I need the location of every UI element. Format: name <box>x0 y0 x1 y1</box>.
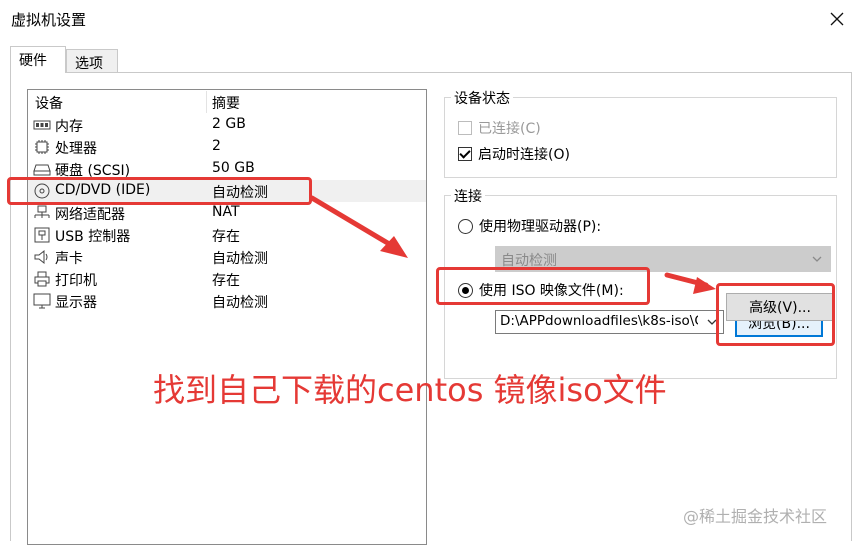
vm-settings-window: 虚拟机设置 硬件 选项 设备 摘要 内存 2 GB 处理器 2 硬盘 (SCSI… <box>0 0 860 545</box>
tab-hardware[interactable]: 硬件 <box>10 46 66 73</box>
connect-on-start-row[interactable]: 启动时连接(O) <box>458 144 570 164</box>
printer-icon <box>34 271 50 287</box>
device-row-processor[interactable]: 处理器 2 <box>28 136 426 158</box>
device-summary: 自动检测 <box>212 251 268 267</box>
device-list[interactable]: 设备 摘要 内存 2 GB 处理器 2 硬盘 (SCSI) 50 GB CD/D… <box>27 89 427 545</box>
column-device[interactable]: 设备 <box>35 93 63 113</box>
watermark: @稀土掘金技术社区 <box>683 507 828 526</box>
memory-icon <box>33 120 51 130</box>
annotation-highlight-cd-dvd <box>7 177 312 205</box>
device-row-usb[interactable]: USB 控制器 存在 <box>28 224 426 246</box>
connected-label: 已连接(C) <box>478 121 541 137</box>
tab-options[interactable]: 选项 <box>66 49 118 72</box>
connected-checkbox-row[interactable]: 已连接(C) <box>458 118 541 138</box>
device-summary: 自动检测 <box>212 295 268 311</box>
network-icon <box>34 205 50 218</box>
list-header: 设备 摘要 <box>28 90 426 114</box>
monitor-icon <box>33 293 51 309</box>
device-name: 处理器 <box>55 141 97 157</box>
device-row-printer[interactable]: 打印机 存在 <box>28 268 426 290</box>
annotation-text: 找到自己下载的centos 镜像iso文件 <box>153 371 667 409</box>
column-separator[interactable] <box>206 91 207 113</box>
device-name: USB 控制器 <box>55 229 131 245</box>
device-summary: 存在 <box>212 229 240 245</box>
iso-path-combobox[interactable]: D:\APPdownloadfiles\k8s-iso\Ce <box>495 310 724 334</box>
device-summary: 50 GB <box>212 160 255 176</box>
device-row-memory[interactable]: 内存 2 GB <box>28 114 426 136</box>
annotation-highlight-iso-option <box>436 267 650 305</box>
physical-drive-radio[interactable] <box>458 218 473 234</box>
connected-checkbox[interactable] <box>458 121 472 135</box>
annotation-highlight-browse <box>716 283 835 346</box>
device-name: 网络适配器 <box>55 207 125 223</box>
chevron-down-icon <box>812 256 822 262</box>
close-icon <box>830 12 844 26</box>
device-status-title: 设备状态 <box>451 88 513 108</box>
device-row-sound[interactable]: 声卡 自动检测 <box>28 246 426 268</box>
physical-drive-option[interactable]: 使用物理驱动器(P): <box>458 216 601 236</box>
connect-on-start-label: 启动时连接(O) <box>478 147 570 163</box>
device-summary: 存在 <box>212 273 240 289</box>
device-summary: 2 <box>212 138 221 154</box>
close-button[interactable] <box>814 0 860 38</box>
column-summary[interactable]: 摘要 <box>212 93 240 113</box>
connection-title: 连接 <box>451 186 485 206</box>
device-status-group: 设备状态 已连接(C) 启动时连接(O) <box>444 88 837 178</box>
device-name: 显示器 <box>55 295 97 311</box>
speaker-icon <box>34 249 48 265</box>
device-summary: 2 GB <box>212 116 246 132</box>
device-name: 打印机 <box>55 273 97 289</box>
cpu-icon <box>35 140 49 154</box>
physical-drive-label: 使用物理驱动器(P): <box>479 219 602 235</box>
iso-path-value: D:\APPdownloadfiles\k8s-iso\Ce <box>500 313 698 329</box>
device-name: 内存 <box>55 119 83 135</box>
connect-on-start-checkbox[interactable] <box>458 147 472 161</box>
device-summary: NAT <box>212 204 240 220</box>
device-row-network[interactable]: 网络适配器 NAT <box>28 202 426 224</box>
title-bar: 虚拟机设置 <box>0 0 860 38</box>
device-name: 声卡 <box>55 251 83 267</box>
harddisk-icon <box>33 164 51 176</box>
usb-icon <box>34 227 50 243</box>
device-row-display[interactable]: 显示器 自动检测 <box>28 290 426 312</box>
window-title: 虚拟机设置 <box>11 11 87 29</box>
